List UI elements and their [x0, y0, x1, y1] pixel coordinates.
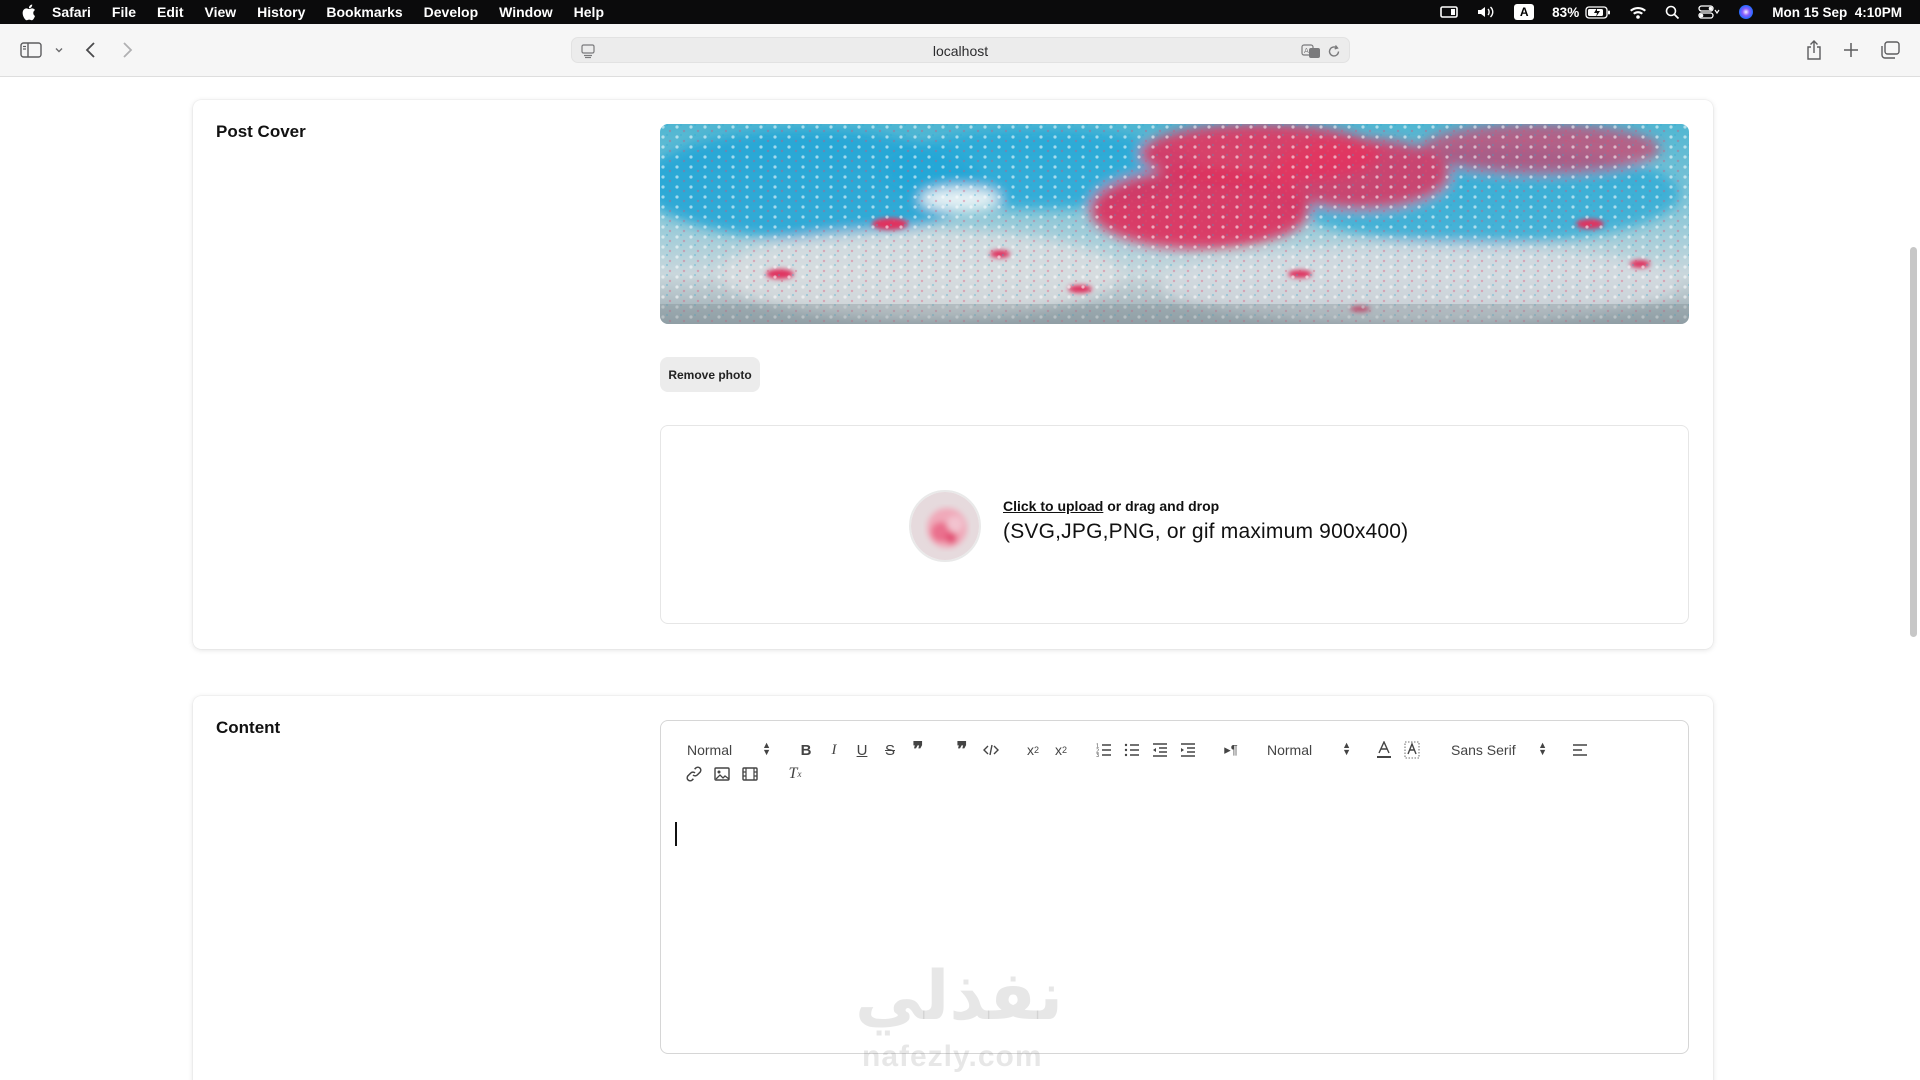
siri-icon[interactable] [1738, 0, 1754, 24]
video-icon[interactable] [741, 765, 759, 783]
bold-icon[interactable]: B [797, 741, 815, 759]
menu-app-name[interactable]: Safari [52, 4, 91, 20]
menu-help[interactable]: Help [574, 4, 604, 20]
size-picker[interactable]: Normal ▲ ▼ [1267, 741, 1351, 759]
post-cover-title: Post Cover [216, 122, 306, 141]
svg-text:A: A [1304, 47, 1309, 55]
superscript-icon[interactable]: x2 [1051, 741, 1071, 759]
svg-text:3: 3 [1096, 753, 1099, 757]
page-scrollbar[interactable] [1906, 77, 1920, 1080]
text-color-icon[interactable] [1375, 740, 1393, 760]
size-picker-label: Normal [1267, 742, 1313, 758]
back-icon[interactable] [84, 38, 98, 62]
upload-prompt: Click to upload or drag and drop [1003, 498, 1408, 514]
link-icon[interactable] [685, 765, 703, 783]
page-viewport: Post Cover Remove photo Click to upload … [0, 77, 1920, 1080]
chevron-down-icon[interactable] [54, 38, 64, 62]
menu-view[interactable]: View [205, 4, 237, 20]
header-picker-label: Normal [687, 742, 733, 758]
menu-develop[interactable]: Develop [424, 4, 478, 20]
click-to-upload-link[interactable]: Click to upload [1003, 498, 1103, 514]
battery-percentage: 83% [1552, 4, 1580, 20]
battery-icon[interactable] [1585, 0, 1611, 24]
upload-format-hint: (SVG,JPG,PNG, or gif maximum 900x400) [1003, 520, 1409, 543]
rtl-direction-icon[interactable]: ▸¶ [1221, 741, 1241, 759]
forward-icon[interactable] [120, 38, 134, 62]
control-center-icon[interactable] [1698, 0, 1720, 24]
volume-icon[interactable] [1476, 0, 1496, 24]
background-color-icon[interactable] [1403, 740, 1421, 760]
picker-arrows-icon: ▲ ▼ [762, 740, 771, 757]
font-picker[interactable]: Sans Serif ▲ ▼ [1451, 741, 1547, 759]
upload-dropzone[interactable]: Click to upload or drag and drop (SVG,JP… [660, 425, 1689, 624]
wifi-icon[interactable] [1629, 0, 1647, 24]
menu-bookmarks[interactable]: Bookmarks [326, 4, 402, 20]
underline-icon[interactable]: U [853, 741, 871, 759]
menu-window[interactable]: Window [499, 4, 553, 20]
watermark-arabic: نفذلي [855, 957, 1064, 1036]
sidebar-icon[interactable] [20, 38, 42, 62]
upload-instructions: Click to upload or drag and drop (SVG,JP… [1003, 498, 1408, 544]
content-title: Content [216, 718, 281, 737]
menu-history[interactable]: History [257, 4, 305, 20]
blockquote-icon[interactable]: ❞ [909, 739, 927, 761]
font-picker-label: Sans Serif [1451, 742, 1516, 758]
url-text[interactable]: localhost [572, 38, 1349, 64]
header-picker[interactable]: Normal ▲ ▼ [687, 741, 771, 759]
picker-arrows-icon: ▲ ▼ [1342, 740, 1351, 757]
code-icon[interactable] [981, 741, 1001, 759]
remove-photo-button[interactable]: Remove photo [660, 357, 760, 392]
drag-drop-text: or drag and drop [1103, 498, 1220, 514]
browser-toolbar: localhost A [0, 24, 1920, 77]
tab-overview-icon[interactable] [1880, 38, 1900, 62]
menubar-clock[interactable]: Mon 15 Sep 4:10PM [1772, 5, 1902, 20]
new-tab-icon[interactable] [1843, 38, 1859, 62]
menu-bar: Safari File Edit View History Bookmarks … [0, 0, 1920, 24]
reload-icon[interactable] [1327, 43, 1341, 64]
post-cover-card: Post Cover Remove photo Click to upload … [193, 100, 1713, 649]
strike-icon[interactable]: S [881, 741, 899, 759]
address-bar[interactable]: localhost A [571, 37, 1350, 63]
spotlight-icon[interactable] [1665, 0, 1680, 24]
ordered-list-icon[interactable]: 123 [1095, 741, 1113, 759]
clear-format-icon[interactable]: Tx [785, 765, 805, 783]
text-cursor [675, 822, 677, 846]
apple-icon[interactable] [18, 2, 38, 22]
picker-arrows-icon: ▲ ▼ [1538, 740, 1547, 757]
editor-toolbar: Normal ▲ ▼ B I U S ❞ ❞ x2 x2 123 ▸¶ Norm… [661, 721, 1688, 791]
cover-image [660, 124, 1689, 324]
upload-preview-thumbnail [909, 490, 981, 562]
rich-text-editor[interactable]: Normal ▲ ▼ B I U S ❞ ❞ x2 x2 123 ▸¶ Norm… [660, 720, 1689, 1054]
input-source-indicator[interactable]: A [1514, 4, 1535, 20]
menu-file[interactable]: File [112, 4, 136, 20]
scrollbar-thumb[interactable] [1910, 247, 1917, 637]
outdent-icon[interactable] [1151, 741, 1169, 759]
bullet-list-icon[interactable] [1123, 741, 1141, 759]
align-icon[interactable] [1571, 741, 1589, 759]
image-icon[interactable] [713, 765, 731, 783]
indent-icon[interactable] [1179, 741, 1197, 759]
share-icon[interactable] [1806, 38, 1822, 62]
subscript-icon[interactable]: x2 [1023, 741, 1043, 759]
screen-mirror-icon[interactable] [1440, 0, 1458, 24]
quote-icon[interactable]: ❞ [953, 739, 971, 761]
menu-edit[interactable]: Edit [157, 4, 183, 20]
translate-icon[interactable]: A [1301, 43, 1321, 64]
watermark-latin: nafezly.com [862, 1040, 1043, 1073]
italic-icon[interactable]: I [825, 741, 843, 759]
